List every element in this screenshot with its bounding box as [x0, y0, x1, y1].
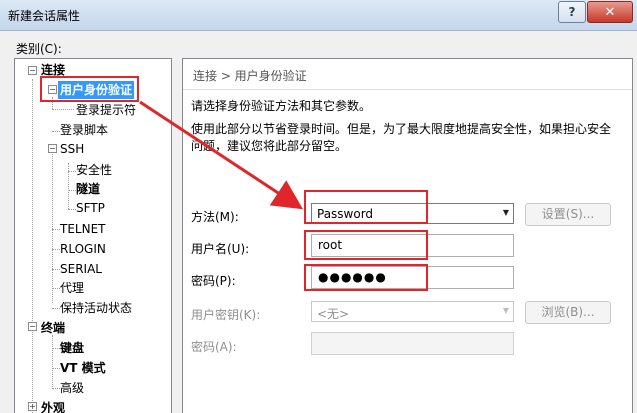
collapse-icon[interactable]: −	[28, 322, 37, 331]
section-heading: 请选择身份验证方法和其它参数。	[191, 99, 372, 113]
tree-item-security[interactable]: 安全性	[76, 161, 112, 179]
tree-item-proxy[interactable]: 代理	[60, 279, 84, 297]
tree-connector	[52, 109, 74, 110]
browse-button[interactable]: 浏览(B)...	[525, 301, 611, 324]
close-button[interactable]: ✕	[587, 1, 633, 23]
settings-button[interactable]: 设置(S)...	[525, 203, 611, 226]
collapse-icon[interactable]: −	[48, 85, 57, 94]
password-label: 密码(P):	[191, 274, 236, 288]
category-label: 类别(C):	[16, 42, 62, 56]
password-field[interactable]: ●●●●●●	[311, 266, 514, 289]
tree-item-telnet[interactable]: TELNET	[60, 220, 106, 238]
tree-item-vt-mode[interactable]: VT 模式	[60, 359, 106, 377]
tree-item-ssh[interactable]: SSH	[60, 140, 84, 158]
tree-item-rlogin[interactable]: RLOGIN	[60, 240, 106, 258]
tree-connector	[52, 97, 53, 109]
tree-item-keepalive[interactable]: 保持活动状态	[60, 299, 132, 317]
tree-connector	[52, 368, 60, 369]
breadcrumb: 连接 > 用户身份验证	[193, 69, 307, 83]
tree-item-tunnel[interactable]: 隧道	[76, 180, 100, 198]
tree-item-connection[interactable]: 连接	[41, 61, 65, 79]
tree-connector	[52, 308, 60, 309]
username-field[interactable]: root	[311, 234, 514, 257]
expand-icon[interactable]: +	[28, 402, 37, 411]
tree-connector	[68, 171, 76, 172]
passphrase-label: 密码(A):	[191, 340, 237, 354]
tree-connector	[52, 147, 53, 303]
userkey-select[interactable]: <无> ▼	[311, 301, 514, 322]
window-title: 新建会话属性	[8, 9, 81, 23]
tree-item-login-script[interactable]: 登录脚本	[60, 121, 108, 139]
tree-connector	[52, 335, 53, 389]
tree-item-auth[interactable]: 用户身份验证	[58, 81, 135, 99]
tree-connector	[52, 288, 60, 289]
tree-connector	[68, 190, 76, 191]
tree-item-advanced[interactable]: 高级	[60, 379, 84, 397]
tree-item-serial[interactable]: SERIAL	[60, 260, 102, 278]
tree-connector	[68, 209, 76, 210]
tree-item-sftp[interactable]: SFTP	[76, 199, 105, 217]
method-select[interactable]: Password ▼	[311, 203, 514, 224]
passphrase-field[interactable]	[311, 332, 514, 355]
tree-item-terminal[interactable]: 终端	[41, 319, 65, 337]
divider	[183, 89, 632, 90]
tree-connector	[52, 269, 60, 270]
tree-item-appearance[interactable]: 外观	[41, 399, 65, 413]
method-value: Password	[317, 207, 374, 221]
tree-connector	[52, 348, 60, 349]
tree-connector	[52, 131, 60, 132]
tree-item-keyboard[interactable]: 键盘	[60, 339, 84, 357]
category-tree[interactable]: − − − − + 连接 用户身份验证 登录提示符 登录脚本 SSH 安全性 隧…	[14, 58, 172, 413]
section-description: 使用此部分以节省登录时间。但是，为了最大限度地提高安全性，如果担心安全问题，建议…	[191, 122, 612, 153]
tree-item-login-prompt[interactable]: 登录提示符	[76, 101, 136, 119]
tree-connector	[52, 388, 60, 389]
title-bar: 新建会话属性 ? ✕	[0, 0, 637, 31]
tree-connector	[32, 79, 33, 413]
chevron-down-icon: ▼	[502, 306, 509, 315]
userkey-value: <无>	[317, 307, 350, 321]
tree-connector	[68, 163, 69, 209]
method-label: 方法(M):	[191, 210, 239, 224]
userkey-label: 用户密钥(K):	[191, 308, 261, 322]
collapse-icon[interactable]: −	[48, 144, 57, 153]
settings-panel: 连接 > 用户身份验证 请选择身份验证方法和其它参数。 使用此部分以节省登录时间…	[182, 58, 633, 413]
username-label: 用户名(U):	[191, 242, 250, 256]
collapse-icon[interactable]: −	[28, 66, 37, 75]
tree-connector	[52, 229, 60, 230]
tree-connector	[52, 249, 60, 250]
chevron-down-icon: ▼	[502, 208, 509, 217]
help-button[interactable]: ?	[558, 1, 586, 23]
